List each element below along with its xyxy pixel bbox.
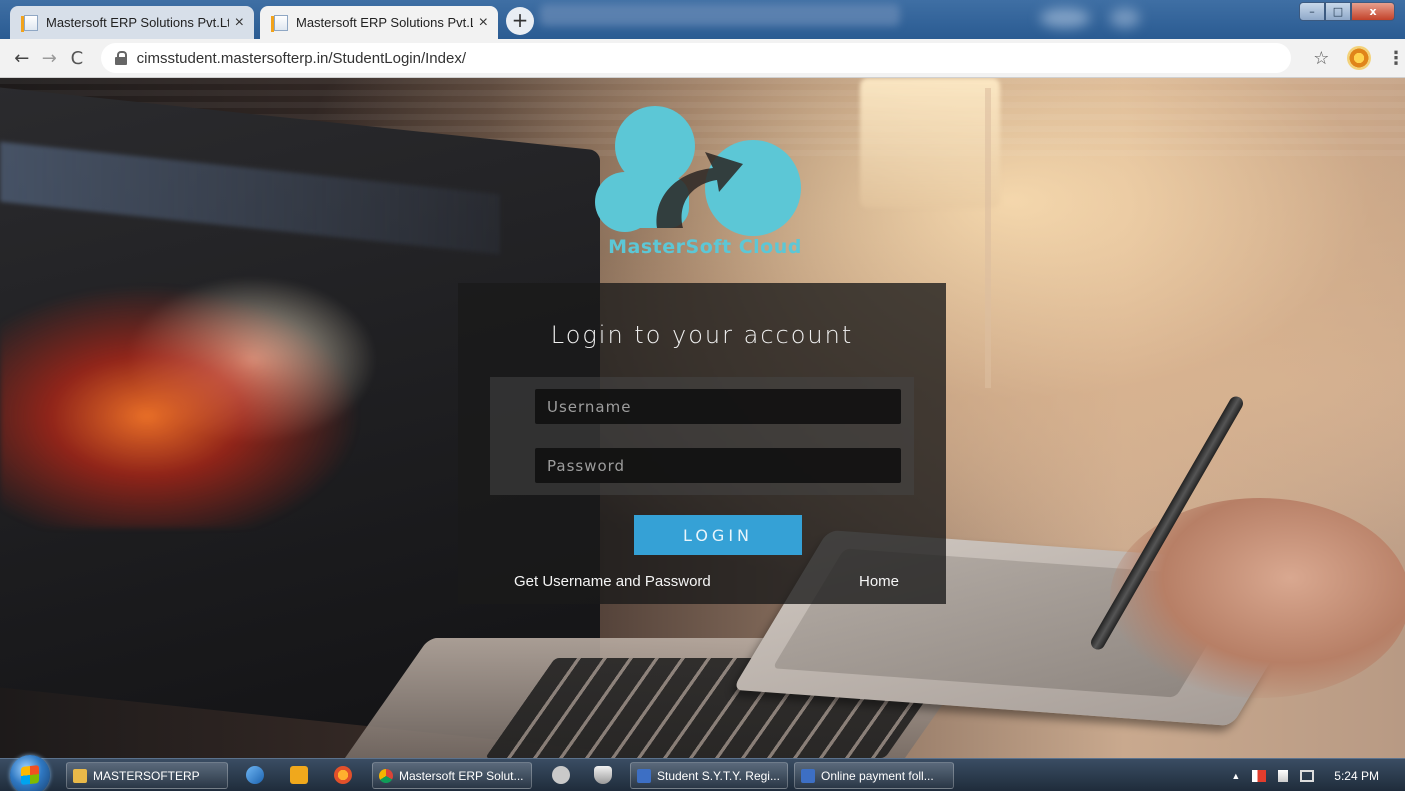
network-icon[interactable] bbox=[1300, 769, 1315, 782]
taskbar-item-online-payment[interactable]: Online payment foll... bbox=[794, 762, 954, 789]
background-screen-glow bbox=[0, 248, 420, 528]
tab-mastersoft-2[interactable]: Mastersoft ERP Solutions Pvt.Ltd × bbox=[260, 6, 498, 39]
background-blur bbox=[1040, 8, 1090, 28]
windows-taskbar: MASTERSOFTERP Mastersoft ERP Solut... St… bbox=[0, 755, 1405, 791]
folder-icon bbox=[73, 768, 87, 783]
username-input[interactable] bbox=[535, 389, 901, 424]
password-input[interactable] bbox=[535, 448, 901, 483]
taskbar-item-chrome[interactable]: Mastersoft ERP Solut... bbox=[372, 762, 532, 789]
background-blur bbox=[540, 4, 900, 26]
page-favicon-icon bbox=[271, 14, 288, 32]
login-title: Login to your account bbox=[550, 321, 854, 349]
taskbar-item-label: MASTERSOFTERP bbox=[93, 768, 200, 783]
taskbar-clock[interactable]: 5:24 PM bbox=[1334, 769, 1395, 783]
window-controls: – □ x bbox=[1299, 2, 1395, 21]
system-tray: ▲ 5:24 PM bbox=[1231, 759, 1395, 791]
credentials-box bbox=[490, 377, 914, 495]
internet-explorer-icon[interactable] bbox=[246, 766, 264, 784]
login-panel: Login to your account LOGIN Get Username… bbox=[458, 283, 946, 604]
browser-toolbar: ← → C cimsstudent.mastersofterp.in/Stude… bbox=[0, 39, 1405, 78]
home-link[interactable]: Home bbox=[859, 573, 899, 590]
tab-title: Mastersoft ERP Solutions Pvt.Ltd bbox=[296, 15, 473, 30]
taskbar-item-label: Online payment foll... bbox=[821, 768, 934, 783]
action-center-flag-icon[interactable] bbox=[1278, 769, 1289, 782]
security-shield-icon[interactable] bbox=[594, 766, 612, 784]
new-tab-button[interactable]: + bbox=[506, 7, 534, 35]
lock-icon bbox=[114, 51, 127, 65]
bookmark-star-icon[interactable]: ☆ bbox=[1313, 48, 1329, 69]
maximize-button[interactable]: □ bbox=[1325, 2, 1351, 21]
login-button[interactable]: LOGIN bbox=[634, 515, 802, 555]
document-icon bbox=[637, 768, 651, 783]
start-button[interactable] bbox=[10, 755, 50, 791]
taskbar-item-student-registration[interactable]: Student S.Y.T.Y. Regi... bbox=[630, 762, 788, 789]
back-button[interactable]: ← bbox=[8, 48, 36, 69]
background-hand bbox=[1110, 498, 1405, 698]
taskbar-item-label: Mastersoft ERP Solut... bbox=[399, 768, 524, 783]
tab-title: Mastersoft ERP Solutions Pvt.Ltd bbox=[46, 15, 229, 30]
chrome-icon bbox=[379, 768, 393, 783]
browser-menu-icon[interactable]: ⋮ bbox=[1387, 48, 1405, 69]
firefox-icon[interactable] bbox=[334, 766, 352, 784]
show-hidden-icons-icon[interactable]: ▲ bbox=[1231, 771, 1240, 781]
media-player-icon[interactable] bbox=[290, 766, 308, 784]
background-blur bbox=[1110, 8, 1140, 28]
volume-muted-icon[interactable] bbox=[1252, 769, 1267, 782]
windows-logo-icon bbox=[21, 765, 39, 785]
get-username-password-link[interactable]: Get Username and Password bbox=[514, 573, 711, 590]
tab-close-icon[interactable]: × bbox=[479, 14, 488, 32]
taskbar-item-label: Student S.Y.T.Y. Regi... bbox=[657, 768, 780, 783]
minimize-button[interactable]: – bbox=[1299, 2, 1325, 21]
users-icon[interactable] bbox=[552, 766, 570, 784]
profile-avatar[interactable] bbox=[1347, 46, 1371, 70]
reload-button[interactable]: C bbox=[63, 48, 91, 69]
close-window-button[interactable]: x bbox=[1351, 2, 1395, 21]
background-lamp bbox=[860, 78, 1000, 208]
logo-text: MasterSoft Cloud bbox=[608, 236, 802, 258]
address-bar[interactable]: cimsstudent.mastersofterp.in/StudentLogi… bbox=[100, 43, 1292, 73]
browser-titlebar: Mastersoft ERP Solutions Pvt.Ltd × Maste… bbox=[0, 0, 1405, 39]
login-page: MasterSoft Cloud Login to your account L… bbox=[0, 78, 1405, 758]
page-favicon-icon bbox=[21, 14, 38, 32]
taskbar-item-mastersofterp[interactable]: MASTERSOFTERP bbox=[66, 762, 228, 789]
tab-close-icon[interactable]: × bbox=[235, 14, 244, 32]
tab-mastersoft-1[interactable]: Mastersoft ERP Solutions Pvt.Ltd × bbox=[10, 6, 254, 39]
forward-button[interactable]: → bbox=[36, 48, 64, 69]
document-icon bbox=[801, 768, 815, 783]
background-lamp-pole bbox=[985, 88, 991, 388]
url-text: cimsstudent.mastersofterp.in/StudentLogi… bbox=[136, 49, 466, 67]
cloud-logo-icon bbox=[595, 106, 801, 236]
mastersoft-cloud-logo: MasterSoft Cloud bbox=[595, 106, 815, 268]
